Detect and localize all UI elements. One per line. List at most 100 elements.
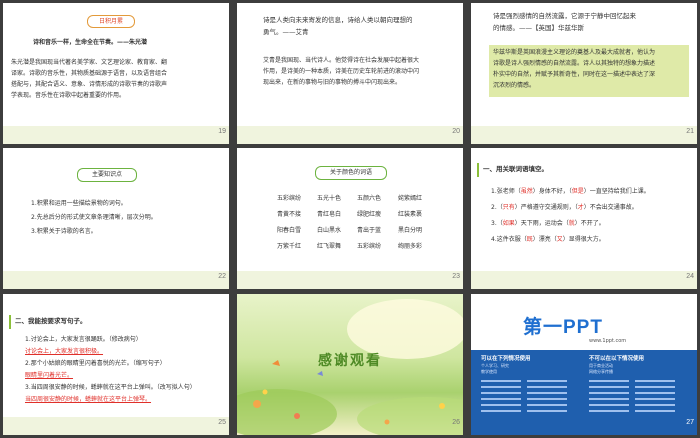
heading-accent-bar (477, 163, 479, 177)
thanks-title: 感谢观看 (318, 353, 382, 369)
quote-text: 诗是人类向未来寄发的信息，诗给人类以朝向理想的 (263, 16, 413, 24)
slide-footer (3, 126, 229, 144)
quote-text: 的情感。——【英国】华兹华斯 (493, 24, 584, 32)
resource-link-list (481, 380, 675, 412)
answer-word: 虽然 (520, 188, 533, 195)
slide-thumbnail-25[interactable]: 二、我能按要求写句子。 1.讨论会上，大家发言很踊跃。（修改病句） 讨论会上，大家… (3, 294, 229, 435)
quote-text: 诗是强烈感情的自然流露，它源于宁静中回忆起来 (493, 12, 636, 20)
slide-number: 25 (218, 419, 226, 426)
slide-footer (471, 126, 697, 144)
answer-line: 当四周很安静的时候，蟋蟀就在这平台上弹琴。 (25, 396, 152, 403)
sentence-fragment: ）不会出交通事故。 (583, 204, 638, 211)
fill-blank-row: 4.这件衣服（既）漂亮（又）显得很大方。 (491, 234, 605, 245)
idiom-word: 五光十色 (317, 195, 342, 202)
slide-thumbnail-20[interactable]: 诗是人类向未来寄发的信息，诗给人类以朝向理想的 勇气。——艾青 艾青是我国现、当… (237, 3, 463, 144)
slide-badge: 主要知识点 (77, 168, 137, 182)
fill-blank-row: 2.（只有）严格遵守交通规则，（才）不会出交通事故。 (491, 202, 638, 213)
slide-thumbnail-27[interactable]: 第一PPT www.1ppt.com 可以在下列情况使用 不可以在以下情况使用 … (471, 294, 697, 435)
logo-url: www.1ppt.com (589, 338, 627, 344)
slide-badge: 关于颜色的词语 (315, 166, 387, 180)
para-line: 艾青是我国现、当代诗人。他觉得诗在社会发展中起着很大 (263, 57, 420, 64)
slide-footer (237, 126, 463, 144)
sentence-fragment: 1.张老师（ (491, 188, 521, 195)
idiom-word: 姹紫嫣红 (398, 195, 423, 202)
sentence-fragment: 4.这件衣服（ (491, 236, 527, 243)
slide-thumbnail-22[interactable]: 主要知识点 1.积累和运用一些描绘景物的词句。 2.先总后分的形式使文章条理清晰… (3, 148, 229, 289)
idiom-word: 五彩缤纷 (277, 195, 302, 202)
sentence-fragment: ）天下雨，运动会（ (514, 220, 569, 227)
idiom-word: 万紫千红 (277, 243, 302, 250)
sentence-fragment: ）显得很大方。 (562, 236, 605, 243)
fill-blank-row: 3.（如果）天下雨，运动会（就）不开了。 (491, 218, 605, 229)
para-line: 学表现。音乐性在诗歌中起着重要的作用。 (11, 92, 126, 99)
slide-footer (3, 417, 229, 435)
sentence-fragment: ）身体不好，（ (532, 188, 572, 195)
slide-badge: 日积月累 (87, 15, 135, 28)
answer-word: 只有 (502, 204, 515, 211)
answer-line: 眼睛里闪着光芒。 (25, 372, 74, 379)
para-line: 朱光潜是我国现当代著名美学家、文艺理论家、教育家、翻 (11, 59, 168, 66)
slide-number: 21 (686, 128, 694, 135)
idiom-word: 阳春白雪 (277, 227, 302, 234)
idiom-word: 青黄不接 (277, 211, 302, 218)
slide-thumbnail-21[interactable]: 诗是强烈感情的自然流露，它源于宁静中回忆起来 的情感。——【英国】华兹华斯 华兹… (471, 3, 697, 144)
list-item: 3.积累关于诗歌的名言。 (31, 228, 97, 235)
idiom-word: 白山黑水 (317, 227, 342, 234)
heading-accent-bar (9, 315, 11, 329)
para-line: 现出来，在新的事物与旧的事物的搏斗中闪现出来。 (263, 79, 402, 86)
exercise-heading: 一、用关联词语填空。 (483, 165, 548, 173)
forbidden-item: 网络分享传播 (589, 369, 613, 374)
slide-footer (471, 271, 697, 289)
quote-text: 诗和音乐一样，生命全在节奏。——朱光潜 (33, 39, 148, 46)
idiom-word: 五颜六色 (357, 195, 382, 202)
idiom-word: 五彩缤纷 (357, 243, 382, 250)
answer-word: 但是 (571, 188, 584, 195)
slide-number: 26 (452, 419, 460, 426)
question-line: 3.当四周很安静的时候，蟋蟀就在这平台上弹叫。（改写拟人句） (25, 384, 196, 391)
answer-line: 讨论会上，大家发言很积极。 (25, 348, 104, 355)
para-line: 作用，是诗美的一种本质，诗美在历史车轮前进的滚动中闪 (263, 68, 420, 75)
exercise-heading: 二、我能按要求写句子。 (15, 317, 87, 325)
slide-number: 22 (218, 273, 226, 280)
idiom-word: 青出于蓝 (357, 227, 382, 234)
sentence-fragment: 2.（ (491, 204, 503, 211)
sentence-fragment: ）漂亮（ (532, 236, 557, 243)
sentence-fragment: ）严格遵守交通规则，（ (514, 204, 578, 211)
para-line: 诗歌是诗人强烈情感的自然流露。诗人以其独特的想象力描述 (493, 60, 656, 67)
para-line: 搭配与，其配合语义、意象、诗情形成的诗歌节奏的诗歌声 (11, 81, 168, 88)
fill-blank-row: 1.张老师（虽然）身体不好，（但是）一直坚持给我们上课。 (491, 186, 650, 197)
quote-text: 勇气。——艾青 (263, 28, 309, 36)
list-item: 2.先总后分的形式使文章条理清晰，层次分明。 (31, 214, 157, 221)
sentence-fragment: 3.（ (491, 220, 503, 227)
slide-thumbnail-26[interactable]: 感谢观看 26 (237, 294, 463, 435)
slide-thumbnail-19[interactable]: 日积月累 诗和音乐一样，生命全在节奏。——朱光潜 朱光潜是我国现当代著名美学家、… (3, 3, 229, 144)
slide-footer (237, 271, 463, 289)
para-line: 华兹华斯是英国浪漫主义理论的奠基人及最大成就者，他认为 (493, 49, 656, 56)
slide-number: 23 (452, 273, 460, 280)
slide-thumbnail-24[interactable]: 一、用关联词语填空。 1.张老师（虽然）身体不好，（但是）一直坚持给我们上课。 2… (471, 148, 697, 289)
slide-number: 19 (218, 128, 226, 135)
idiom-word: 青红皂白 (317, 211, 342, 218)
para-line: 译家。诗歌的音乐性，其物质基础源于语音，以及语音组合 (11, 70, 168, 77)
sentence-fragment: ）不开了。 (574, 220, 605, 227)
slide-number: 27 (686, 419, 694, 426)
sentence-fragment: ）一直坚持给我们上课。 (583, 188, 650, 195)
idiom-word: 红装素裹 (398, 211, 423, 218)
slide-thumbnail-23[interactable]: 关于颜色的词语 五彩缤纷 五光十色 五颜六色 姹紫嫣红青黄不接 青红皂白 绿肥红瘦 红装素裹… (237, 148, 463, 289)
list-item: 1.积累和运用一些描绘景物的词句。 (31, 200, 127, 207)
slide-footer (3, 271, 229, 289)
question-line: 1.讨论会上，大家发言很踊跃。（修改病句） (25, 336, 142, 343)
forbidden-heading: 不可以在以下情况使用 (589, 356, 645, 362)
idiom-word: 红飞翠舞 (317, 243, 342, 250)
slide-number: 24 (686, 273, 694, 280)
idiom-word: 绿肥红瘦 (357, 211, 382, 218)
allowed-heading: 可以在下列情况使用 (481, 356, 531, 362)
ppt-logo: 第一PPT (523, 317, 603, 338)
answer-word: 如果 (502, 220, 515, 227)
idiom-word: 黑白分明 (398, 227, 423, 234)
question-line: 2.那个小姑娘的眼睛里闪着喜悦的光芒。（缩写句子） (25, 360, 166, 367)
para-line: 朴实中的自然，并赋予其新奇性，同时在这一描述中表达了深 (493, 71, 656, 78)
slide-number: 20 (452, 128, 460, 135)
para-line: 沉浓烈的情感。 (493, 82, 536, 89)
idiom-word: 绚丽多彩 (398, 243, 423, 250)
